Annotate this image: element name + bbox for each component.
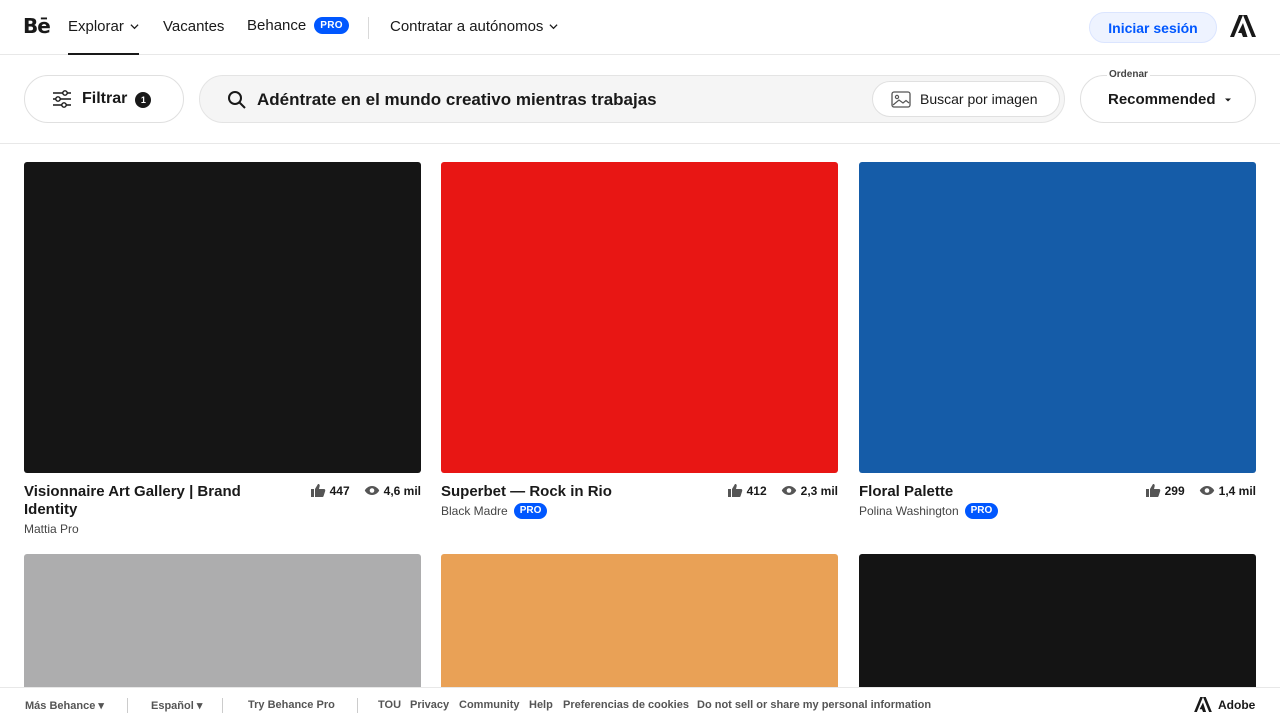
filter-bar: Filtrar 1 Adéntrate en el mundo creativo … <box>0 55 1280 144</box>
footer-adobe-link[interactable]: Adobe <box>1194 697 1255 712</box>
search-text: Adéntrate en el mundo creativo mientras … <box>257 90 657 109</box>
footer-more-label: Más Behance <box>25 700 96 712</box>
nav-jobs-label: Vacantes <box>163 18 225 35</box>
nav-divider <box>368 17 369 39</box>
project-title[interactable]: Floral Palette <box>859 483 1119 501</box>
pro-badge: PRO <box>314 17 349 34</box>
project-thumbnail[interactable] <box>859 554 1256 694</box>
views-count: 1,4 mil <box>1218 483 1256 498</box>
likes-count: 299 <box>1164 483 1185 498</box>
filter-label: Filtrar 1 <box>82 90 152 108</box>
sort-label: Ordenar <box>1107 69 1150 80</box>
footer-community[interactable]: Community <box>459 699 520 711</box>
views-stat: 2,3 mil <box>781 483 838 498</box>
project-owner[interactable]: Black Madre PRO <box>441 503 838 519</box>
project-card[interactable] <box>859 554 1256 694</box>
nav-behance-label: Behance <box>247 17 307 34</box>
project-meta: Visionnaire Art Gallery | Brand Identity… <box>24 483 421 537</box>
footer-language-label: Español <box>151 700 194 712</box>
owner-pro-badge: PRO <box>513 503 548 519</box>
footer-divider <box>222 698 223 713</box>
project-thumbnail[interactable] <box>24 554 421 694</box>
search-icon <box>228 91 246 109</box>
eye-icon <box>781 486 796 495</box>
likes-count: 412 <box>746 483 767 498</box>
caret-down-icon <box>1224 98 1231 101</box>
owner-name[interactable]: Black Madre <box>441 503 508 519</box>
thumbs-up-icon <box>1145 484 1160 497</box>
sort-value: Recommended <box>1108 91 1232 108</box>
project-thumbnail[interactable] <box>441 162 838 473</box>
footer-do-not-sell[interactable]: Do not sell or share my personal informa… <box>697 699 931 711</box>
footer: Más Behance ▾ Español ▾ Try Behance Pro … <box>0 687 1280 720</box>
nav-hire-label: Contratar a autónomos <box>390 18 544 35</box>
project-meta: Floral Palette Polina Washington PRO 299… <box>859 483 1256 519</box>
thumbs-up-icon <box>310 484 325 497</box>
nav-jobs[interactable]: Vacantes <box>163 18 224 35</box>
project-stats: 447 4,6 mil <box>310 483 421 498</box>
project-thumbnail[interactable] <box>859 162 1256 473</box>
footer-adobe-label: Adobe <box>1218 697 1256 712</box>
project-owner[interactable]: Polina Washington PRO <box>859 503 1256 519</box>
likes-stat: 447 <box>310 483 350 498</box>
project-card[interactable]: Floral Palette Polina Washington PRO 299… <box>859 162 1256 519</box>
sliders-icon <box>53 90 71 108</box>
image-icon <box>891 90 911 108</box>
footer-tou[interactable]: TOU <box>378 699 401 711</box>
adobe-logo-icon <box>1194 697 1212 712</box>
views-count: 2,3 mil <box>800 483 838 498</box>
nav-explore-label: Explorar <box>68 18 124 35</box>
owner-pro-badge: PRO <box>964 503 999 519</box>
behance-logo[interactable]: Bē <box>23 14 51 38</box>
project-title[interactable]: Superbet — Rock in Rio <box>441 483 701 501</box>
project-thumbnail[interactable] <box>24 162 421 473</box>
owner-name[interactable]: Polina Washington <box>859 503 959 519</box>
likes-stat: 412 <box>727 483 767 498</box>
chevron-down-icon <box>130 24 139 30</box>
sort-value-text: Recommended <box>1108 91 1216 108</box>
project-card[interactable]: Superbet — Rock in Rio Black Madre PRO 4… <box>441 162 838 519</box>
footer-more-behance[interactable]: Más Behance ▾ <box>25 699 104 712</box>
views-count: 4,6 mil <box>383 483 421 498</box>
eye-icon <box>1199 486 1214 495</box>
project-meta: Superbet — Rock in Rio Black Madre PRO 4… <box>441 483 838 519</box>
project-stats: 299 1,4 mil <box>1145 483 1256 498</box>
filter-label-text: Filtrar <box>82 90 128 107</box>
footer-language[interactable]: Español ▾ <box>151 699 202 712</box>
filter-count-badge: 1 <box>135 92 152 108</box>
views-stat: 1,4 mil <box>1199 483 1256 498</box>
top-nav: Bē Explorar Vacantes Behance PRO Contrat… <box>0 0 1280 55</box>
search-input[interactable]: Adéntrate en el mundo creativo mientras … <box>199 75 1065 123</box>
eye-icon <box>364 486 379 495</box>
project-card[interactable] <box>441 554 838 694</box>
footer-privacy[interactable]: Privacy <box>410 699 449 711</box>
footer-try-pro[interactable]: Try Behance Pro <box>248 699 335 711</box>
likes-count: 447 <box>329 483 350 498</box>
owner-name[interactable]: Mattia Pro <box>24 521 79 537</box>
search-by-image-label: Buscar por imagen <box>920 91 1038 107</box>
chevron-down-icon <box>549 24 558 30</box>
footer-divider <box>127 698 128 713</box>
project-card[interactable] <box>24 554 421 694</box>
likes-stat: 299 <box>1145 483 1185 498</box>
thumbs-up-icon <box>727 484 742 497</box>
project-title[interactable]: Visionnaire Art Gallery | Brand Identity <box>24 483 284 519</box>
footer-divider <box>357 698 358 713</box>
adobe-logo-icon[interactable] <box>1230 15 1256 37</box>
project-thumbnail[interactable] <box>441 554 838 694</box>
signin-button[interactable]: Iniciar sesión <box>1089 12 1217 43</box>
nav-hire-freelancers[interactable]: Contratar a autónomos <box>390 18 558 35</box>
nav-behance-pro[interactable]: Behance PRO <box>247 17 349 34</box>
sort-select[interactable]: Ordenar Recommended <box>1080 69 1256 123</box>
search-by-image-button[interactable]: Buscar por imagen <box>872 81 1060 117</box>
nav-explore[interactable]: Explorar <box>68 18 139 55</box>
project-stats: 412 2,3 mil <box>727 483 838 498</box>
views-stat: 4,6 mil <box>364 483 421 498</box>
project-owner[interactable]: Mattia Pro <box>24 521 421 537</box>
filter-button[interactable]: Filtrar 1 <box>24 75 184 123</box>
project-card[interactable]: Visionnaire Art Gallery | Brand Identity… <box>24 162 421 537</box>
footer-help[interactable]: Help <box>529 699 553 711</box>
footer-cookie-preferences[interactable]: Preferencias de cookies <box>563 699 689 711</box>
